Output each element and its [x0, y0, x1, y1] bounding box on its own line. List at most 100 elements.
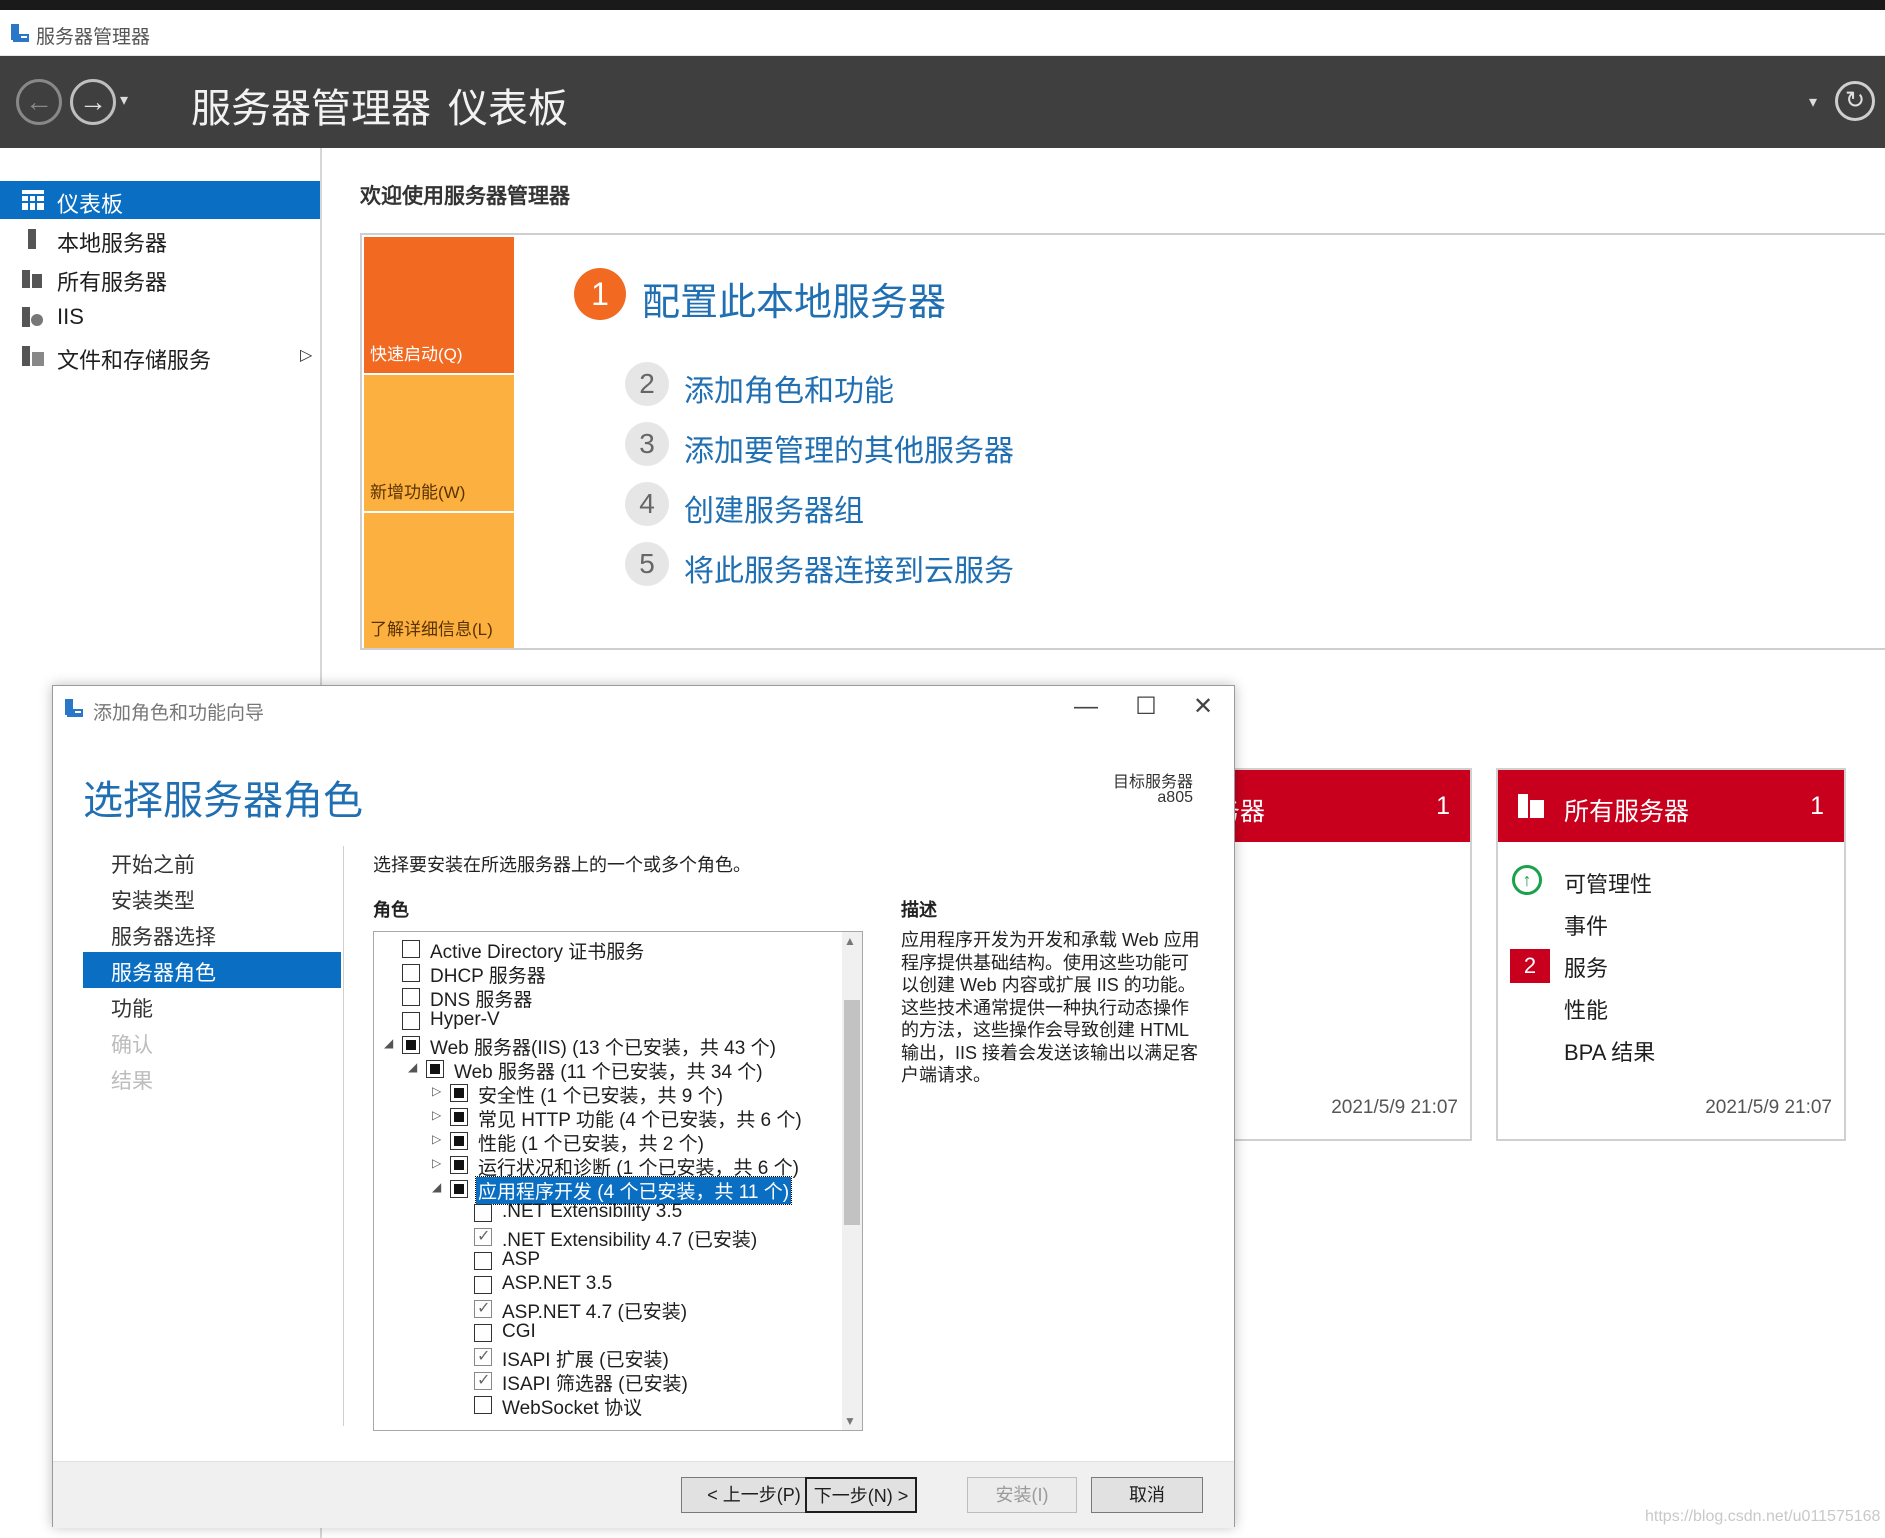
role-checkbox[interactable] — [474, 1276, 492, 1294]
role-label[interactable]: 运行状况和诊断 (1 个已安装，共 6 个) — [476, 1153, 801, 1180]
role-checkbox[interactable] — [450, 1180, 468, 1198]
role-label[interactable]: ASP.NET 3.5 — [500, 1273, 614, 1295]
breadcrumb-root[interactable]: 服务器管理器 — [191, 76, 431, 134]
role-label[interactable]: DNS 服务器 — [428, 985, 534, 1012]
cancel-button[interactable]: 取消 — [1091, 1477, 1203, 1513]
role-checkbox[interactable] — [426, 1060, 444, 1078]
scrollbar-thumb[interactable] — [844, 1000, 860, 1225]
tile-header[interactable]: 所有服务器 1 — [1498, 770, 1844, 842]
expand-arrow-icon[interactable]: ▷ — [432, 1084, 441, 1098]
tree-node[interactable]: ◢ 应用程序开发 (4 个已安装，共 11 个) — [374, 1176, 834, 1205]
sidebar-item-iis[interactable]: IIS — [0, 298, 320, 336]
tree-node[interactable]: ▷ 性能 (1 个已安装，共 2 个) — [374, 1129, 834, 1156]
role-checkbox[interactable] — [474, 1226, 492, 1246]
role-checkbox[interactable] — [474, 1346, 492, 1366]
roles-tree[interactable]: Active Directory 证书服务 DHCP 服务器 DNS 服务器 Hype… — [373, 931, 863, 1431]
role-label[interactable]: Web 服务器 (11 个已安装，共 34 个) — [452, 1057, 765, 1084]
sidebar-item-all-servers[interactable]: 所有服务器 — [0, 259, 320, 297]
tree-node[interactable]: DHCP 服务器 — [374, 961, 834, 988]
tile-whats-new[interactable]: 新增功能(W) — [364, 375, 514, 511]
configure-local-server-link[interactable]: 配置此本地服务器 — [642, 271, 946, 326]
tree-node[interactable]: ASP.NET 3.5 — [374, 1273, 834, 1297]
refresh-button[interactable]: ↻ — [1835, 81, 1875, 121]
role-label[interactable]: ISAPI 筛选器 (已安装) — [500, 1369, 690, 1396]
tile-row-events[interactable]: 事件 — [1564, 909, 1608, 941]
role-label[interactable]: Web 服务器(IIS) (13 个已安装，共 43 个) — [428, 1033, 778, 1060]
tile-row-performance[interactable]: 性能 — [1564, 993, 1608, 1025]
role-checkbox[interactable] — [474, 1252, 492, 1270]
role-label[interactable]: ISAPI 扩展 (已安装) — [500, 1345, 671, 1372]
expand-arrow-icon[interactable]: ▷ — [432, 1132, 441, 1146]
tree-node[interactable]: CGI — [374, 1321, 834, 1345]
role-label[interactable]: WebSocket 协议 — [500, 1393, 644, 1420]
collapse-arrow-icon[interactable]: ◢ — [384, 1036, 393, 1050]
maximize-button[interactable]: ☐ — [1116, 692, 1176, 722]
sidebar-item-file-storage[interactable]: 文件和存储服务 ▷ — [0, 337, 320, 375]
sidebar-item-local-server[interactable]: 本地服务器 — [0, 220, 320, 258]
role-label[interactable]: ASP.NET 4.7 (已安装) — [500, 1297, 689, 1324]
role-checkbox[interactable] — [450, 1084, 468, 1102]
role-label[interactable]: 安全性 (1 个已安装，共 9 个) — [476, 1081, 725, 1108]
role-label[interactable]: 性能 (1 个已安装，共 2 个) — [476, 1129, 706, 1156]
collapse-arrow-icon[interactable]: ◢ — [408, 1060, 417, 1074]
tree-node[interactable]: DNS 服务器 — [374, 985, 834, 1012]
tree-node[interactable]: .NET Extensibility 4.7 (已安装) — [374, 1225, 834, 1252]
expand-arrow-icon[interactable]: ▷ — [432, 1156, 441, 1170]
role-checkbox[interactable] — [474, 1298, 492, 1318]
role-checkbox[interactable] — [402, 1012, 420, 1030]
wizard-step-install-type[interactable]: 安装类型 — [83, 880, 341, 916]
role-label[interactable]: .NET Extensibility 4.7 (已安装) — [500, 1225, 759, 1252]
tree-node[interactable]: WebSocket 协议 — [374, 1393, 834, 1420]
role-checkbox[interactable] — [402, 940, 420, 958]
tree-node[interactable]: ▷ 安全性 (1 个已安装，共 9 个) — [374, 1081, 834, 1108]
tree-node[interactable]: ASP.NET 4.7 (已安装) — [374, 1297, 834, 1324]
chevron-down-icon[interactable]: ▾ — [1809, 92, 1817, 112]
add-roles-link[interactable]: 添加角色和功能 — [684, 366, 894, 410]
role-label[interactable]: DHCP 服务器 — [428, 961, 548, 988]
forward-button[interactable]: → — [70, 79, 116, 125]
role-label[interactable]: .NET Extensibility 3.5 — [500, 1201, 684, 1223]
back-button[interactable]: ← — [16, 79, 62, 125]
add-servers-link[interactable]: 添加要管理的其他服务器 — [684, 426, 1014, 470]
chevron-down-icon[interactable]: ▾ — [120, 90, 128, 110]
minimize-button[interactable]: — — [1056, 692, 1116, 722]
role-checkbox[interactable] — [450, 1108, 468, 1126]
tree-node[interactable]: ▷ 常见 HTTP 功能 (4 个已安装，共 6 个) — [374, 1105, 834, 1131]
connect-cloud-link[interactable]: 将此服务器连接到云服务 — [684, 546, 1014, 590]
sidebar-item-dashboard[interactable]: 仪表板 — [0, 181, 320, 219]
wizard-step-server-roles[interactable]: 服务器角色 — [83, 952, 341, 988]
tree-node[interactable]: ◢ Web 服务器 (11 个已安装，共 34 个) — [374, 1057, 834, 1084]
role-checkbox[interactable] — [402, 1036, 420, 1054]
role-label[interactable]: Hyper-V — [428, 1009, 502, 1031]
create-server-group-link[interactable]: 创建服务器组 — [684, 486, 864, 530]
role-checkbox[interactable] — [402, 988, 420, 1006]
collapse-arrow-icon[interactable]: ◢ — [432, 1180, 441, 1194]
tree-node[interactable]: Hyper-V — [374, 1009, 834, 1033]
role-label[interactable]: Active Directory 证书服务 — [428, 937, 646, 964]
tree-node[interactable]: ▷ 运行状况和诊断 (1 个已安装，共 6 个) — [374, 1153, 834, 1180]
scroll-down-icon[interactable]: ▼ — [844, 1414, 856, 1428]
tile-row-bpa[interactable]: BPA 结果 — [1564, 1035, 1655, 1067]
tile-row-manageability[interactable]: 可管理性 — [1564, 867, 1652, 899]
expand-arrow-icon[interactable]: ▷ — [300, 345, 312, 365]
wizard-step-features[interactable]: 功能 — [83, 988, 341, 1024]
all-servers-tile[interactable]: 所有服务器 1 ↑ 可管理性 事件 2 服务 性能 BPA 结果 2021/5/… — [1496, 768, 1846, 1141]
tree-node[interactable]: .NET Extensibility 3.5 — [374, 1201, 834, 1225]
role-checkbox[interactable] — [474, 1324, 492, 1342]
role-label[interactable]: 应用程序开发 (4 个已安装，共 11 个) — [474, 1176, 793, 1205]
tile-learn-more[interactable]: 了解详细信息(L) — [364, 513, 514, 648]
tree-scrollbar[interactable]: ▲ ▼ — [842, 932, 862, 1430]
wizard-step-server-selection[interactable]: 服务器选择 — [83, 916, 341, 952]
role-label[interactable]: CGI — [500, 1321, 538, 1343]
tree-node[interactable]: ASP — [374, 1249, 834, 1273]
tile-quick-start[interactable]: 快速启动(Q) — [364, 237, 514, 373]
tree-node[interactable]: Active Directory 证书服务 — [374, 937, 834, 964]
tile-row-services[interactable]: 服务 — [1564, 951, 1608, 983]
tree-node[interactable]: ◢ Web 服务器(IIS) (13 个已安装，共 43 个) — [374, 1033, 834, 1060]
expand-arrow-icon[interactable]: ▷ — [432, 1108, 441, 1122]
next-button[interactable]: 下一步(N) > — [805, 1477, 917, 1513]
scroll-up-icon[interactable]: ▲ — [844, 934, 856, 948]
role-checkbox[interactable] — [474, 1204, 492, 1222]
role-checkbox[interactable] — [450, 1156, 468, 1174]
role-label[interactable]: ASP — [500, 1249, 542, 1271]
